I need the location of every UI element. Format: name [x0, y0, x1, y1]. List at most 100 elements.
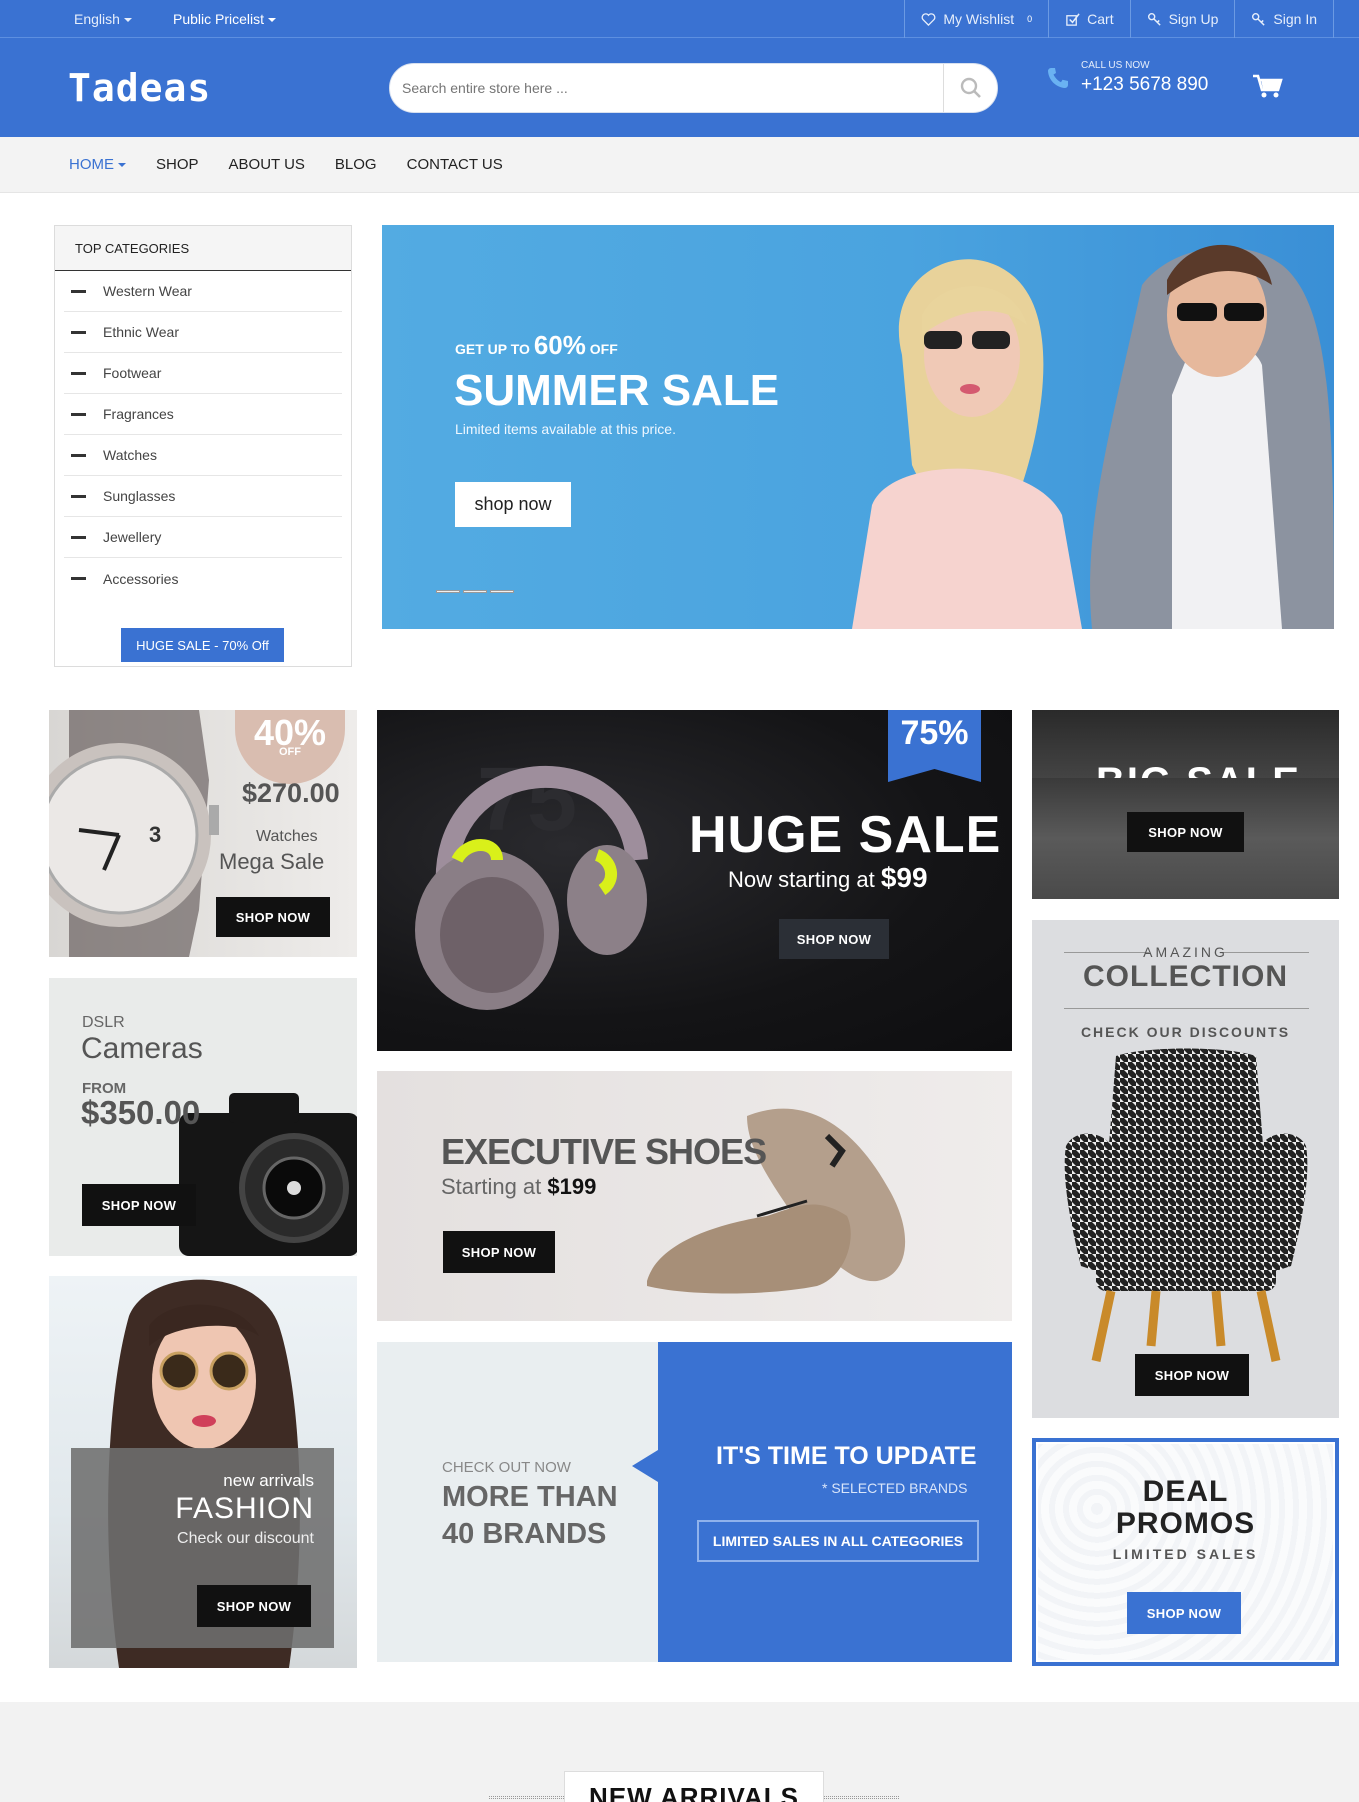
top-bar: English Public Pricelist My Wishlist 0 C…	[0, 0, 1359, 38]
hero-pretitle-label: GET UP TO	[455, 341, 530, 357]
section-title: NEW ARRIVALS	[564, 1771, 824, 1802]
language-label: English	[74, 11, 120, 27]
hero-slider: GET UP TO 60% OFF SUMMER SALE Limited it…	[382, 225, 1334, 629]
banner-line1: AMAZING	[1143, 944, 1228, 960]
nav-contact-us[interactable]: CONTACT US	[407, 156, 503, 173]
banner-line3: Check our discount	[177, 1530, 314, 1547]
banner-title: DEAL PROMOS	[1036, 1476, 1335, 1540]
banner-blue-panel	[632, 1342, 1012, 1662]
fashion-caption-box: new arrivals FASHION Check our discount …	[71, 1448, 334, 1648]
shop-now-button[interactable]: SHOP NOW	[1127, 812, 1244, 852]
hero-couple-image	[852, 244, 1334, 629]
category-item[interactable]: Watches	[64, 435, 342, 476]
search-icon	[960, 77, 981, 98]
category-item[interactable]: Accessories	[64, 558, 342, 599]
discount-off: OFF	[279, 746, 301, 758]
slider-dot[interactable]	[490, 590, 514, 593]
shop-now-button[interactable]: SHOP NOW	[82, 1184, 196, 1226]
banner-brands[interactable]: CHECK OUT NOW MORE THAN 40 BRANDS IT'S TI…	[377, 1342, 1012, 1662]
search-bar	[389, 63, 998, 113]
hero-shop-now-button[interactable]: shop now	[455, 482, 571, 527]
ribbon-percent: 75%	[900, 714, 969, 752]
banner-deal-promos[interactable]: DEAL PROMOS LIMITED SALES SHOP NOW	[1032, 1438, 1339, 1666]
dash-icon	[71, 453, 86, 457]
dash-icon	[71, 577, 86, 580]
banner-title-line2: PROMOS	[1115, 1507, 1256, 1540]
heart-icon	[921, 12, 936, 26]
watch-image: 3	[49, 710, 219, 957]
banner-executive-shoes[interactable]: EXECUTIVE SHOES Starting at $199 SHOP NO…	[377, 1071, 1012, 1321]
shop-now-button[interactable]: SHOP NOW	[1135, 1354, 1249, 1396]
key-icon	[1252, 12, 1266, 26]
category-label: Watches	[103, 447, 157, 463]
signin-link[interactable]: Sign In	[1235, 0, 1334, 38]
huge-sale-button[interactable]: HUGE SALE - 70% Off	[121, 628, 284, 662]
search-button[interactable]	[943, 64, 997, 112]
slider-dot[interactable]	[436, 590, 460, 593]
limited-sales-button[interactable]: LIMITED SALES IN ALL CATEGORIES	[697, 1520, 979, 1562]
banner-subtitle: Starting at $199	[441, 1174, 596, 1200]
cart-link[interactable]: Cart	[1049, 0, 1131, 38]
banner-huge-sale[interactable]: 75 75% OFF HUGE SALE Now starting at $99 …	[377, 710, 1012, 1051]
discount-badge: 40% OFF	[235, 710, 345, 784]
nav-about-us[interactable]: ABOUT US	[229, 156, 305, 173]
shop-now-button[interactable]: SHOP NOW	[197, 1585, 311, 1627]
banner-subtitle: Now starting at $99	[728, 862, 928, 894]
headphones-image: 75	[415, 750, 648, 1010]
banner-cameras[interactable]: DSLR Cameras FROM $350.00 SHOP NOW	[49, 978, 357, 1256]
category-item[interactable]: Fragrances	[64, 394, 342, 435]
category-item[interactable]: Western Wear	[64, 271, 342, 312]
banner-amazing-collection[interactable]: AMAZING COLLECTION CHECK OUR DISCOUNTS S…	[1032, 920, 1339, 1418]
pricelist-label: Public Pricelist	[173, 11, 265, 27]
nav-home[interactable]: HOME	[69, 156, 126, 173]
banner-watches[interactable]: 3 40% OFF $270.00 Watches Mega Sale SHOP …	[49, 710, 357, 957]
divider	[1064, 1008, 1309, 1009]
shop-now-button[interactable]: SHOP NOW	[779, 919, 889, 959]
pricelist-dropdown[interactable]: Public Pricelist	[173, 11, 277, 27]
banner-big-sale[interactable]: BIG SALE SHOP NOW	[1032, 710, 1339, 899]
banner-title-line1: DEAL	[1142, 1475, 1229, 1508]
search-input[interactable]	[402, 64, 922, 112]
site-logo[interactable]: Tadeas	[68, 66, 211, 110]
key-icon	[1147, 12, 1161, 26]
dash-icon	[71, 330, 86, 334]
checkbox-edit-icon	[1066, 12, 1080, 26]
dash-icon	[71, 412, 86, 416]
shop-now-button[interactable]: SHOP NOW	[443, 1231, 555, 1273]
nav-home-label: HOME	[69, 156, 114, 173]
shop-now-button[interactable]: SHOP NOW	[1127, 1592, 1241, 1634]
top-links: My Wishlist 0 Cart Sign Up Sign In	[904, 0, 1334, 38]
category-item[interactable]: Sunglasses	[64, 476, 342, 517]
new-arrivals-section: NEW ARRIVALS	[0, 1702, 1359, 1802]
cart-icon[interactable]	[1253, 74, 1283, 100]
signup-link[interactable]: Sign Up	[1131, 0, 1236, 38]
hero-title: SUMMER SALE	[454, 366, 780, 415]
category-item[interactable]: Footwear	[64, 353, 342, 394]
phone-number[interactable]: +123 5678 890	[1081, 74, 1208, 96]
divider	[824, 1796, 899, 1799]
banner-line3: CHECK OUR DISCOUNTS	[1080, 1024, 1291, 1040]
wishlist-link[interactable]: My Wishlist 0	[905, 0, 1050, 38]
banner-price: $270.00	[242, 778, 340, 808]
dash-icon	[71, 289, 86, 293]
dash-icon	[71, 494, 86, 498]
hero-subtitle: Limited items available at this price.	[455, 421, 676, 437]
language-dropdown[interactable]: English	[74, 11, 132, 27]
category-label: Western Wear	[103, 283, 192, 299]
discount-ribbon: 75% OFF	[888, 710, 981, 782]
signup-label: Sign Up	[1168, 11, 1219, 27]
banner-line0: DSLR	[82, 1014, 125, 1031]
banner-fashion[interactable]: new arrivals FASHION Check our discount …	[49, 1276, 357, 1668]
category-label: Footwear	[103, 365, 162, 381]
nav-shop[interactable]: SHOP	[156, 156, 199, 173]
call-label: CALL US NOW	[1081, 60, 1150, 71]
category-item[interactable]: Jewellery	[64, 517, 342, 558]
svg-text:3: 3	[149, 822, 161, 847]
category-item[interactable]: Ethnic Wear	[64, 312, 342, 353]
banner-subtitle-label: Starting at	[441, 1174, 542, 1199]
nav-blog[interactable]: BLOG	[335, 156, 377, 173]
category-label: Accessories	[103, 570, 179, 587]
armchair-image	[1064, 1048, 1308, 1362]
shop-now-button[interactable]: SHOP NOW	[216, 897, 330, 937]
slider-dot[interactable]	[463, 590, 487, 593]
